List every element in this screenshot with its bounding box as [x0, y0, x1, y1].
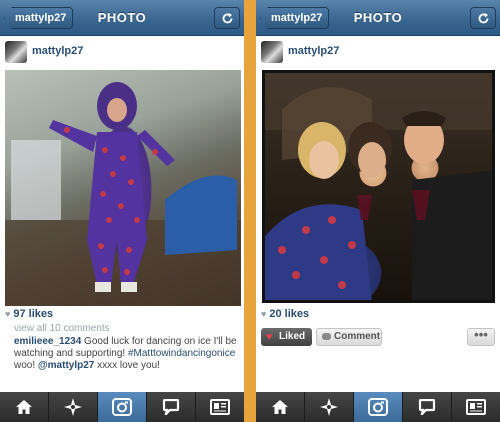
page-title: PHOTO [97, 10, 147, 25]
liked-button[interactable]: ♥ Liked [261, 328, 312, 346]
camera-icon [112, 398, 132, 416]
likes-count[interactable]: ♥ 20 likes [261, 308, 309, 320]
username-link[interactable]: mattylp27 [288, 45, 339, 57]
home-icon [16, 400, 32, 414]
heart-icon: ♥ [261, 309, 267, 319]
likes-label: 97 likes [13, 308, 54, 320]
navigation-bar: mattylp27 PHOTO [0, 0, 244, 36]
refresh-button[interactable] [470, 7, 496, 29]
comment-label: Comment [334, 331, 381, 342]
hashtag-link[interactable]: #Matttowindancingonice [128, 348, 235, 359]
tab-home[interactable] [256, 392, 304, 422]
explore-icon [64, 398, 82, 416]
page-title: PHOTO [353, 10, 403, 25]
comment-text: emilieee_1234 Good luck for dancing on i… [14, 336, 240, 372]
comment-button[interactable]: Comment [316, 328, 382, 346]
post-photo[interactable] [262, 70, 495, 303]
news-icon [418, 399, 436, 415]
camera-icon [368, 398, 388, 416]
news-icon [162, 399, 180, 415]
home-icon [272, 400, 288, 414]
profile-icon [210, 399, 230, 415]
tab-bar [256, 392, 500, 422]
tab-camera[interactable] [97, 392, 146, 422]
comment-bubble-icon [322, 333, 331, 340]
tab-explore[interactable] [48, 392, 97, 422]
liked-label: Liked [279, 331, 306, 342]
likes-count[interactable]: ♥ 97 likes [5, 308, 53, 320]
comment-author[interactable]: emilieee_1234 [14, 336, 81, 347]
explore-icon [320, 398, 338, 416]
tab-bar [0, 392, 244, 422]
mention-link[interactable]: @mattylp27 [38, 360, 94, 371]
username-link[interactable]: mattylp27 [32, 45, 83, 57]
heart-icon: ♥ [5, 309, 11, 319]
refresh-icon [222, 13, 233, 24]
photo-group-selfie [265, 73, 492, 300]
more-options-button[interactable]: ••• [467, 328, 495, 346]
tab-explore[interactable] [304, 392, 353, 422]
comment-body-3: xxxx love you! [94, 360, 160, 371]
tab-camera[interactable] [353, 392, 402, 422]
avatar[interactable] [5, 41, 27, 63]
post-photo[interactable] [5, 70, 241, 306]
navigation-bar: mattylp27 PHOTO [256, 0, 500, 36]
tab-profile[interactable] [451, 392, 500, 422]
refresh-button[interactable] [214, 7, 240, 29]
avatar[interactable] [261, 41, 283, 63]
left-screen: mattylp27 PHOTO mattylp27 ♥ 97 likes vie… [0, 0, 244, 422]
photo-dancer-figure [5, 82, 241, 306]
tab-profile[interactable] [195, 392, 244, 422]
comment-body-2: woo! [14, 360, 38, 371]
refresh-icon [478, 13, 489, 24]
tab-home[interactable] [0, 392, 48, 422]
likes-label: 20 likes [269, 308, 310, 320]
post-header: mattylp27 [0, 38, 244, 66]
screen-divider [244, 0, 256, 422]
tab-news[interactable] [402, 392, 451, 422]
profile-icon [466, 399, 486, 415]
post-actions: ♥ Liked Comment ••• [256, 328, 500, 348]
tab-news[interactable] [146, 392, 195, 422]
view-all-comments-link[interactable]: view all 10 comments [14, 323, 110, 334]
post-header: mattylp27 [256, 38, 500, 66]
heart-icon: ♥ [266, 331, 273, 343]
